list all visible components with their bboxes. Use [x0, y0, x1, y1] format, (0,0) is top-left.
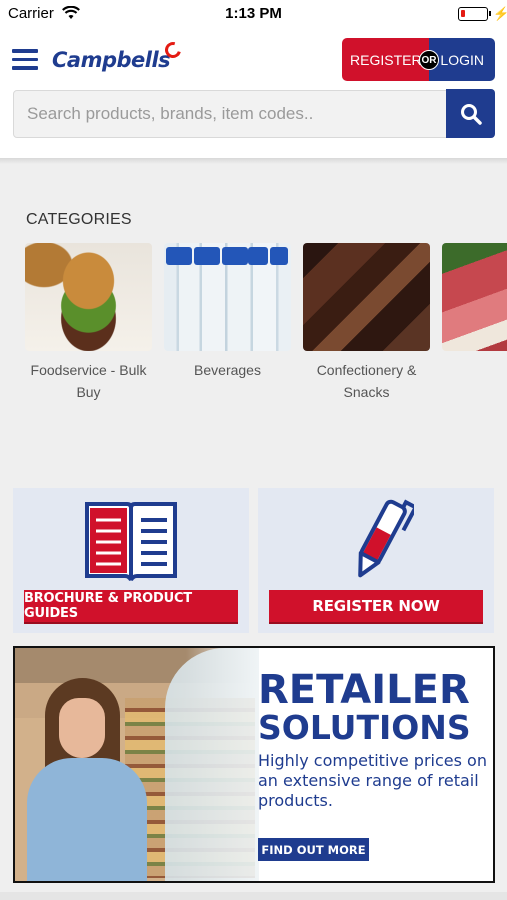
charging-icon: ⚡ — [493, 6, 507, 21]
app-header: Campbells REGISTER LOGIN OR — [0, 28, 507, 158]
category-label: Confectionery & Snacks — [316, 362, 417, 400]
search-icon — [460, 103, 482, 125]
battery-icon — [458, 7, 491, 21]
burger-photo — [25, 243, 152, 351]
search-input[interactable] — [14, 91, 446, 137]
brochure-card[interactable]: BROCHURE & PRODUCT GUIDES — [13, 488, 249, 633]
category-item-beverages[interactable]: Beverages — [164, 243, 291, 381]
or-badge: OR — [419, 50, 439, 70]
retailer-solutions-banner[interactable]: RETAILER SOLUTIONS Highly competitive pr… — [13, 646, 495, 883]
category-label: Foodservice - Bulk Buy — [30, 362, 147, 400]
water-bottles-photo — [164, 243, 291, 351]
register-card[interactable]: REGISTER NOW — [258, 488, 494, 633]
bottom-divider — [0, 892, 507, 900]
category-item-foodservice[interactable]: Foodservice - Bulk Buy — [25, 243, 152, 403]
open-book-icon — [85, 502, 177, 581]
category-item-deli[interactable] — [442, 243, 507, 359]
register-now-button[interactable]: REGISTER NOW — [269, 590, 483, 622]
brochure-button[interactable]: BROCHURE & PRODUCT GUIDES — [24, 590, 238, 622]
header-divider — [0, 158, 507, 164]
categories-carousel[interactable]: Foodservice - Bulk Buy Beverages Confect… — [25, 243, 507, 413]
register-login-button: REGISTER LOGIN OR — [342, 38, 495, 81]
category-label: Beverages — [194, 362, 261, 378]
search-button[interactable] — [446, 89, 495, 138]
logo-text: Campbells — [52, 48, 171, 72]
search-field — [13, 90, 447, 138]
retailer-photo — [15, 648, 259, 881]
campbells-logo[interactable]: Campbells — [52, 39, 187, 80]
banner-title-line1: RETAILER — [258, 667, 470, 713]
categories-heading: CATEGORIES — [26, 211, 132, 228]
deli-meat-photo — [442, 243, 507, 351]
status-bar: Carrier 1:13 PM ⚡ — [0, 0, 507, 28]
hamburger-menu-icon[interactable] — [12, 49, 38, 71]
pen-icon — [358, 499, 414, 578]
banner-description: Highly competitive prices on an extensiv… — [258, 751, 487, 810]
register-button[interactable]: REGISTER — [342, 38, 429, 81]
clock: 1:13 PM — [225, 5, 282, 22]
banner-title-line2: SOLUTIONS — [258, 708, 471, 747]
find-out-more-button[interactable]: FIND OUT MORE — [258, 838, 369, 861]
chocolate-photo — [303, 243, 430, 351]
category-item-confectionery[interactable]: Confectionery & Snacks — [303, 243, 430, 403]
